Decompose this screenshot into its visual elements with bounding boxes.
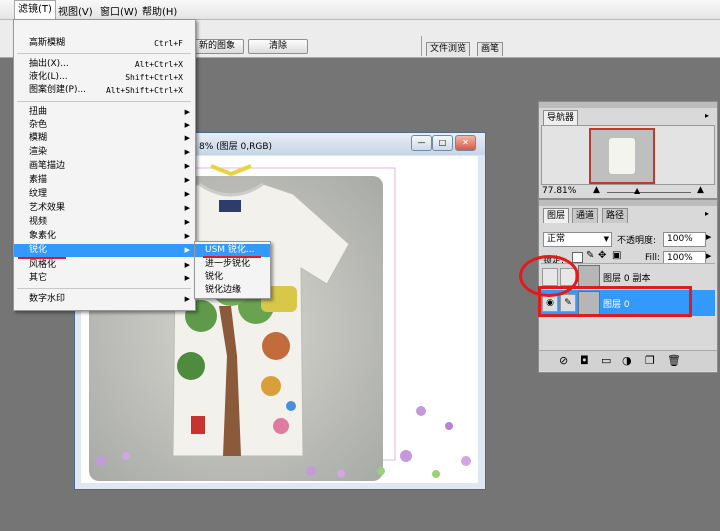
maximize-button[interactable]: □ [432, 135, 453, 151]
menu-item-texture[interactable]: 纹理 ▶ [14, 188, 195, 201]
minimize-button[interactable]: — [411, 135, 432, 151]
submenu-arrow-icon: ▶ [184, 232, 190, 240]
filter-menu: 高斯模糊 Ctrl+F 抽出(X)... Alt+Ctrl+X 液化(L)... Sh… [13, 19, 196, 311]
menu-help[interactable]: 帮助(H) [142, 3, 177, 18]
menu-item-sharpen-edges[interactable]: 锐化边缘 [195, 284, 270, 297]
tshirt-thumbnail [609, 138, 635, 174]
layers-footer: ⊘ ◘ ▭ ◑ ❐ 🗑 [539, 350, 717, 371]
panel-grip[interactable] [539, 200, 717, 206]
lock-transparency-icon[interactable] [572, 252, 583, 263]
new-set-icon[interactable]: ▭ [601, 354, 611, 367]
menu-item-sharpen[interactable]: 锐化 ▶ [14, 244, 195, 257]
menu-item-extract[interactable]: 抽出(X)... Alt+Ctrl+X [14, 58, 195, 71]
new-layer-icon[interactable]: ❐ [645, 354, 655, 367]
fill-label: Fill: [645, 253, 661, 263]
menu-item-other[interactable]: 其它 ▶ [14, 272, 195, 285]
menu-filter[interactable]: 滤镜(T) [14, 0, 56, 19]
document-title: 8% (图层 0,RGB) [199, 142, 273, 152]
tab-file-browser[interactable]: 文件浏览 [426, 42, 471, 56]
menu-item-sharpen-more[interactable]: 进一步锐化 [195, 258, 270, 271]
tab-brushes[interactable]: 画笔 [477, 42, 504, 56]
submenu-arrow-icon: ▶ [184, 121, 190, 129]
submenu-arrow-icon: ▶ [184, 274, 190, 282]
menu-item-sketch[interactable]: 素描 ▶ [14, 174, 195, 187]
panel-menu-icon[interactable]: ▸ [705, 111, 709, 120]
menu-item-distort[interactable]: 扭曲 ▶ [14, 106, 195, 119]
menu-item-sharpen-basic[interactable]: 锐化 [195, 271, 270, 284]
menu-item-pattern-maker[interactable]: 图案创建(P)... Alt+Shift+Ctrl+X [14, 84, 195, 97]
close-button[interactable]: ✕ [455, 135, 476, 151]
submenu-arrow-icon: ▶ [184, 218, 190, 226]
divider [421, 36, 422, 56]
menu-separator [17, 101, 191, 102]
sharpen-submenu: USM 锐化... 进一步锐化 锐化 锐化边缘 [194, 241, 271, 299]
navigator-zoom-value[interactable]: 77.81% [542, 186, 576, 196]
panel-grip[interactable] [539, 102, 717, 108]
menu-view[interactable]: 视图(V) [58, 3, 93, 18]
lock-all-icon[interactable]: ▣ [612, 250, 621, 261]
submenu-arrow-icon: ▶ [184, 176, 190, 184]
menu-item-gaussian-blur[interactable]: 高斯模糊 Ctrl+F [14, 37, 195, 50]
menu-item-artistic[interactable]: 艺术效果 ▶ [14, 202, 195, 215]
menu-separator [17, 288, 191, 289]
layer-mask-icon[interactable]: ◘ [580, 354, 589, 367]
submenu-arrow-icon: ▶ [184, 134, 190, 142]
menu-item-brush-strokes[interactable]: 画笔描边 ▶ [14, 160, 195, 173]
blend-mode-select[interactable]: 正常 ▼ [543, 232, 612, 247]
menu-item-video[interactable]: 视频 ▶ [14, 216, 195, 229]
menu-item-digimarc[interactable]: 数字水印 ▶ [14, 293, 195, 306]
chevron-down-icon: ▼ [603, 235, 609, 243]
adjustment-layer-icon[interactable]: ◑ [622, 354, 632, 367]
zoom-out-icon[interactable]: ▲ [593, 185, 600, 195]
submenu-arrow-icon: ▶ [184, 261, 190, 269]
tab-navigator[interactable]: 导航器 [543, 110, 579, 125]
panel-menu-icon[interactable]: ▸ [705, 209, 709, 218]
menu-window[interactable]: 窗口(W) [100, 3, 138, 18]
zoom-slider[interactable] [607, 192, 691, 193]
navigator-view-box[interactable] [589, 128, 655, 184]
menu-bar: 滤镜(T) 视图(V) 窗口(W) 帮助(H) [0, 0, 720, 20]
fill-arrow-icon[interactable]: ▶ [706, 252, 711, 260]
tab-layers[interactable]: 图层 [543, 208, 570, 223]
submenu-arrow-icon: ▶ [184, 148, 190, 156]
layer-style-icon[interactable]: ⊘ [559, 354, 568, 367]
opacity-input[interactable]: 100% [663, 232, 706, 247]
submenu-arrow-icon: ▶ [184, 162, 190, 170]
navigator-preview[interactable] [541, 125, 715, 185]
menu-item-liquify[interactable]: 液化(L)... Shift+Ctrl+X [14, 71, 195, 84]
menu-item-stylize[interactable]: 风格化 ▶ [14, 259, 195, 272]
submenu-arrow-icon: ▶ [184, 246, 190, 254]
menu-item-pixelate[interactable]: 象素化 ▶ [14, 230, 195, 243]
submenu-arrow-icon: ▶ [184, 204, 190, 212]
menu-separator [17, 53, 191, 54]
zoom-slider-handle[interactable]: ▲ [634, 186, 640, 195]
submenu-arrow-icon: ▶ [184, 108, 190, 116]
opacity-arrow-icon[interactable]: ▶ [706, 233, 711, 241]
menu-item-blur[interactable]: 模糊 ▶ [14, 132, 195, 145]
navigator-panel: 导航器 ▸ 77.81% ▲ ▲ ▲ [538, 101, 718, 199]
menu-item-noise[interactable]: 杂色 ▶ [14, 119, 195, 132]
submenu-arrow-icon: ▶ [184, 295, 190, 303]
zoom-in-icon[interactable]: ▲ [697, 185, 704, 195]
clear-button[interactable]: 清除 [248, 39, 308, 54]
opacity-label: 不透明度: [617, 236, 657, 246]
lock-image-icon[interactable]: ✎ [586, 250, 594, 261]
tab-paths[interactable]: 路径 [602, 208, 629, 223]
tab-channels[interactable]: 通道 [572, 208, 599, 223]
delete-layer-icon[interactable]: 🗑 [667, 354, 681, 367]
lock-position-icon[interactable]: ✥ [598, 250, 606, 261]
layer-name[interactable]: 图层 0 副本 [603, 271, 650, 284]
new-image-button[interactable]: 新的图象 [190, 39, 244, 54]
red-box-annotation [538, 286, 692, 317]
submenu-arrow-icon: ▶ [184, 190, 190, 198]
menu-item-render[interactable]: 渲染 ▶ [14, 146, 195, 159]
